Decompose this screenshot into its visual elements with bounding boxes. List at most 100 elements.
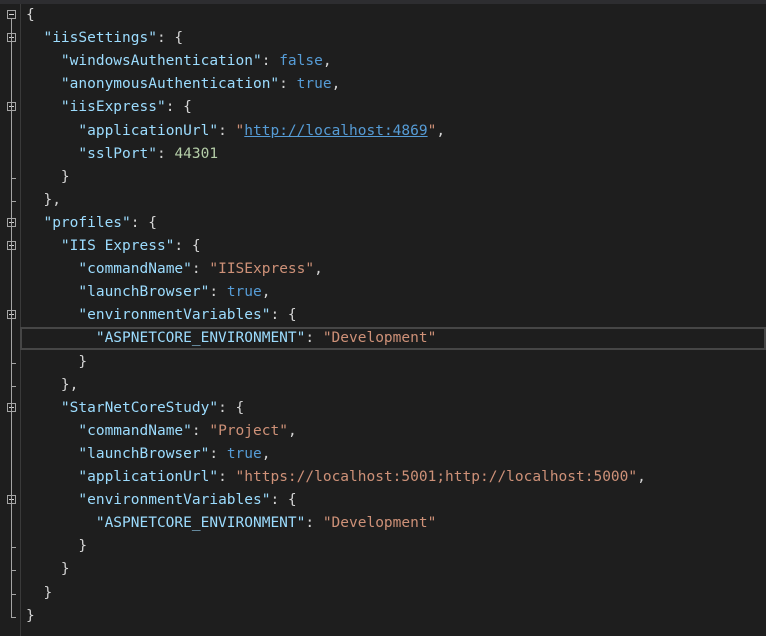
- code-text: "environmentVariables": {: [26, 304, 296, 327]
- code-token: false: [279, 53, 323, 70]
- code-token: :: [305, 330, 323, 347]
- code-token: "Development": [322, 515, 437, 532]
- code-line[interactable]: "environmentVariables": {: [0, 304, 766, 327]
- code-token: }: [26, 168, 70, 185]
- code-token: "ASPNETCORE_ENVIRONMENT": [95, 330, 306, 347]
- code-line[interactable]: "ASPNETCORE_ENVIRONMENT": "Development": [0, 327, 766, 351]
- fold-end-marker: [11, 570, 16, 572]
- code-token: }: [26, 538, 88, 555]
- code-token: : {: [218, 399, 245, 416]
- code-text: "anonymousAuthentication": true,: [26, 73, 340, 96]
- code-line[interactable]: "applicationUrl": "http://localhost:4869…: [0, 120, 766, 143]
- code-token: "Project": [209, 422, 288, 439]
- code-text: "launchBrowser": true,: [26, 281, 270, 304]
- code-line[interactable]: "anonymousAuthentication": true,: [0, 73, 766, 96]
- fold-end-marker: [11, 362, 16, 364]
- code-token: : {: [156, 30, 184, 47]
- code-text: }: [26, 535, 87, 558]
- code-line[interactable]: "commandName": "Project",: [0, 420, 766, 443]
- code-text: "sslPort": 44301: [26, 143, 218, 166]
- code-text: "ASPNETCORE_ENVIRONMENT": "Development": [26, 327, 436, 350]
- code-line[interactable]: "windowsAuthentication": false,: [0, 50, 766, 73]
- code-token: :: [209, 284, 227, 301]
- code-text: "commandName": "IISExpress",: [26, 258, 323, 281]
- code-text: "applicationUrl": "http://localhost:4869…: [26, 120, 445, 143]
- fold-guide: [11, 504, 12, 548]
- code-text: "launchBrowser": true,: [26, 443, 270, 466]
- code-token: :: [209, 445, 227, 462]
- code-line[interactable]: "environmentVariables": {: [0, 489, 766, 512]
- code-token: "Development": [322, 330, 437, 347]
- code-line[interactable]: "iisExpress": {: [0, 96, 766, 119]
- code-line[interactable]: },: [0, 374, 766, 397]
- code-text: "profiles": {: [26, 212, 157, 235]
- code-line[interactable]: "profiles": {: [0, 212, 766, 235]
- code-token: },: [26, 191, 61, 208]
- code-token: ,: [637, 469, 646, 485]
- code-token: "IISExpress": [209, 261, 315, 278]
- code-text: }: [26, 351, 87, 374]
- code-token: ,: [314, 261, 323, 278]
- code-line[interactable]: "launchBrowser": true,: [0, 281, 766, 304]
- code-line[interactable]: },: [0, 189, 766, 212]
- code-text: {: [26, 4, 35, 27]
- code-line[interactable]: "commandName": "IISExpress",: [0, 258, 766, 281]
- code-token: :: [218, 122, 236, 139]
- code-token: "IIS Express": [60, 238, 175, 254]
- code-token: true: [226, 284, 262, 301]
- code-text: }: [26, 605, 35, 628]
- code-line[interactable]: "sslPort": 44301: [0, 143, 766, 166]
- code-token: ,: [261, 445, 271, 462]
- code-editor[interactable]: { "iisSettings": { "windowsAuthenticatio…: [0, 0, 766, 636]
- code-text: },: [26, 374, 78, 397]
- code-token: ,: [331, 76, 341, 93]
- code-token: : {: [174, 238, 201, 254]
- url-link[interactable]: http://localhost:4869: [244, 123, 427, 139]
- code-line[interactable]: "StarNetCoreStudy": {: [0, 397, 766, 420]
- code-line[interactable]: "launchBrowser": true,: [0, 443, 766, 466]
- fold-end-marker: [11, 547, 16, 549]
- code-token: true: [296, 76, 332, 93]
- code-text: "commandName": "Project",: [26, 420, 297, 443]
- code-line[interactable]: }: [0, 558, 766, 581]
- fold-end-marker: [11, 385, 16, 387]
- code-token: ,: [322, 53, 332, 70]
- code-token: ": [235, 122, 245, 139]
- code-line[interactable]: "IIS Express": {: [0, 235, 766, 258]
- fold-guide: [11, 250, 12, 386]
- fold-end-marker: [11, 200, 16, 202]
- code-token: "applicationUrl": [78, 469, 219, 485]
- collapse-icon[interactable]: [7, 10, 16, 19]
- code-token: :: [218, 469, 236, 485]
- code-token: "applicationUrl": [78, 122, 219, 139]
- code-line[interactable]: "iisSettings": {: [0, 27, 766, 50]
- code-line[interactable]: "applicationUrl": "https://localhost:500…: [0, 466, 766, 489]
- code-text: },: [26, 189, 61, 212]
- code-token: 44301: [174, 145, 219, 162]
- code-token: ,: [287, 422, 297, 439]
- code-line[interactable]: }: [0, 582, 766, 605]
- code-text: "windowsAuthentication": false,: [26, 50, 332, 73]
- code-line[interactable]: }: [0, 166, 766, 189]
- code-token: }: [26, 607, 35, 624]
- code-token: }: [26, 584, 53, 601]
- fold-end-marker: [11, 177, 16, 179]
- code-line[interactable]: }: [0, 605, 766, 628]
- fold-guide: [11, 319, 12, 363]
- code-line[interactable]: }: [0, 535, 766, 558]
- code-line[interactable]: "ASPNETCORE_ENVIRONMENT": "Development": [0, 512, 766, 535]
- code-text: "iisSettings": {: [26, 27, 183, 50]
- code-line[interactable]: }: [0, 351, 766, 374]
- code-text: }: [26, 166, 70, 189]
- code-line[interactable]: {: [0, 4, 766, 27]
